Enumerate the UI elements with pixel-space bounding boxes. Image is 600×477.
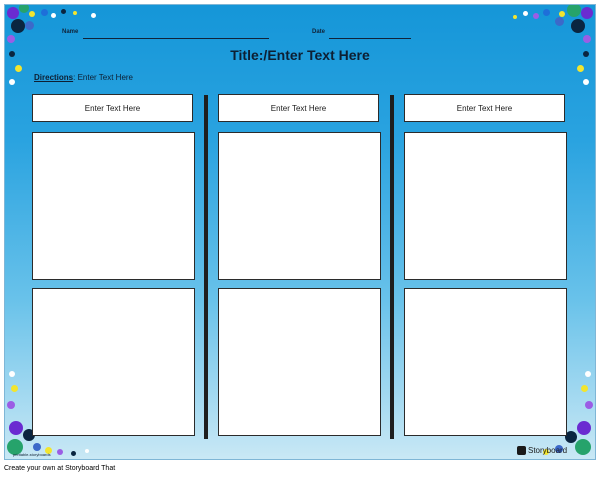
directions-text: : Enter Text Here: [73, 73, 134, 82]
storyboard-logo: Storyboard: [517, 446, 567, 455]
date-label: Date: [312, 29, 326, 35]
storyboard-cell[interactable]: [218, 132, 381, 280]
name-label: Name: [62, 29, 79, 35]
footer-text[interactable]: Create your own at Storyboard That: [4, 465, 115, 472]
storyboard-cell[interactable]: [32, 288, 195, 436]
worksheet: Name Date Title:/Enter Text Here Directi…: [4, 4, 596, 460]
storyboard-cell[interactable]: [218, 288, 381, 436]
storyboard-cell[interactable]: [404, 132, 567, 280]
date-line[interactable]: [329, 38, 411, 39]
storyboard-cell[interactable]: [32, 132, 195, 280]
name-line[interactable]: [83, 38, 269, 39]
printable-storyboards-logo: printable-storyboards: [13, 452, 51, 457]
worksheet-title[interactable]: Title:/Enter Text Here: [5, 47, 595, 63]
directions-label: Directions: [34, 73, 74, 82]
column-header-1[interactable]: Enter Text Here: [32, 94, 193, 122]
column-header-3[interactable]: Enter Text Here: [404, 94, 565, 122]
directions[interactable]: Directions: Enter Text Here: [34, 73, 133, 82]
storyboard-cell[interactable]: [404, 288, 567, 436]
column-header-2[interactable]: Enter Text Here: [218, 94, 379, 122]
storyboard-logo-text: Storyboard: [528, 446, 568, 455]
column-divider: [390, 95, 394, 439]
column-divider: [204, 95, 208, 439]
storyboard-logo-icon: [517, 446, 526, 455]
